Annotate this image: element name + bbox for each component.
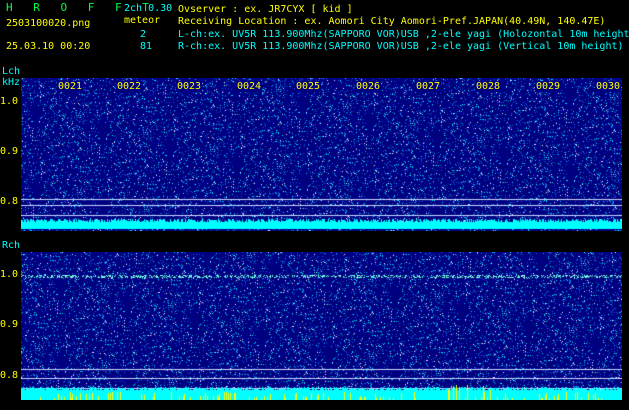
mode-label: 2ch 0.30	[124, 3, 173, 14]
lch-unit-label: kHz	[2, 77, 21, 88]
time-tick-0029: 0029	[535, 81, 562, 92]
time-tick-0024: 0024	[236, 81, 263, 92]
lch-info-line: L-ch:ex. UV5R 113.900Mhz(SAPPORO VOR)USB…	[178, 29, 629, 40]
meteor-label: meteor	[124, 15, 161, 26]
location-line: Receiving Location : ex. Aomori City Aom…	[178, 16, 606, 27]
time-tick-0021: 0021	[57, 81, 84, 92]
time-tick-0028: 0028	[475, 81, 502, 92]
file-name: 2503100020.png	[6, 18, 91, 29]
lch-y-label-1-0: 1.0	[0, 96, 19, 107]
lch-spectrogram	[21, 78, 622, 231]
lch-count: 2	[140, 29, 147, 40]
time-tick-0027: 0027	[415, 81, 442, 92]
rch-channel-label: Rch	[2, 240, 21, 251]
time-tick-0023: 0023	[176, 81, 203, 92]
lch-channel-label: Lch	[2, 66, 21, 77]
time-tick-0030: 0030	[595, 81, 622, 92]
rch-info-line: R-ch:ex. UV5R 113.900Mhz(SAPPORO VOR)USB…	[178, 41, 624, 52]
lch-y-label-0-8: 0.8	[0, 196, 19, 207]
time-tick-0025: 0025	[295, 81, 322, 92]
time-tick-0026: 0026	[355, 81, 382, 92]
rch-y-label-0-9: 0.9	[0, 319, 19, 330]
datetime: 25.03.10 00:20	[6, 41, 91, 52]
rch-y-label-0-8: 0.8	[0, 370, 19, 381]
rch-count: 81	[140, 41, 153, 52]
rch-spectrogram	[21, 252, 622, 400]
rch-y-label-1-0: 1.0	[0, 269, 19, 280]
time-tick-0022: 0022	[116, 81, 143, 92]
observer-line: Ovserver : ex. JR7CYX [ kid ]	[178, 4, 353, 15]
lch-y-label-0-9: 0.9	[0, 146, 19, 157]
